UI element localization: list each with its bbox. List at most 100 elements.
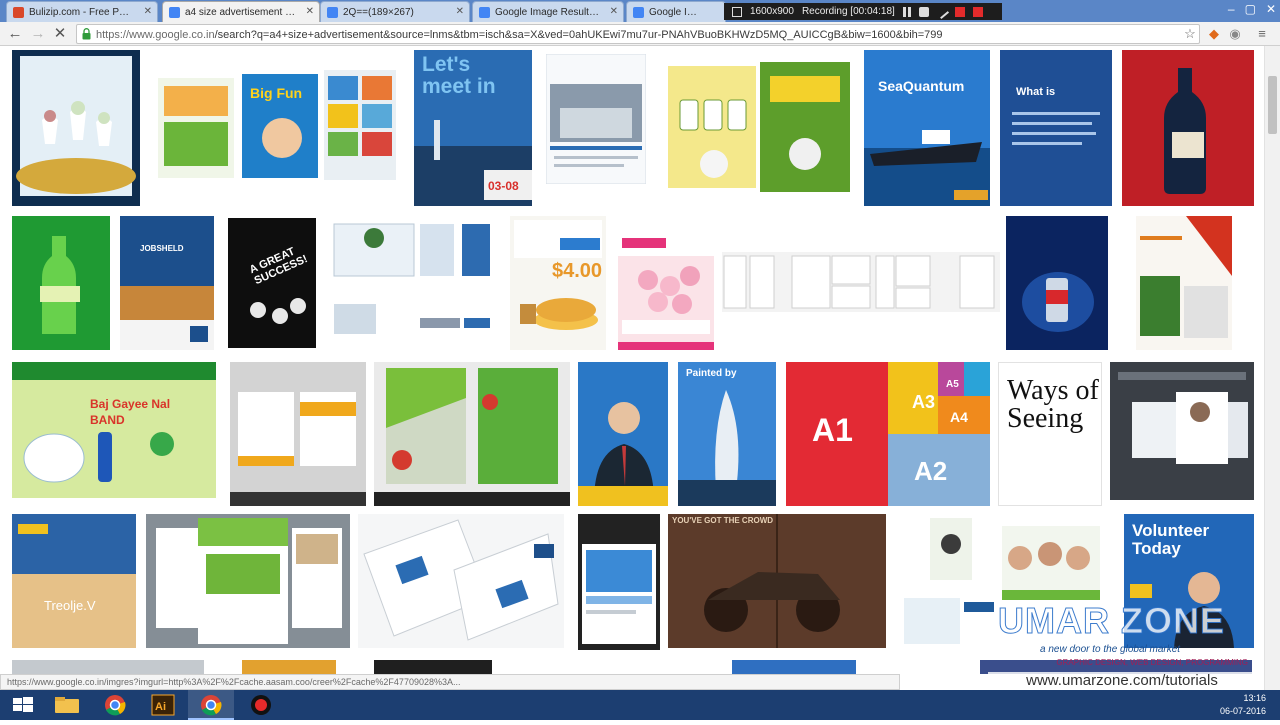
image-result[interactable]: SeaQuantum [864, 50, 990, 206]
close-tab-icon[interactable]: ✕ [456, 6, 464, 17]
image-result[interactable] [12, 50, 140, 206]
image-result[interactable] [1122, 50, 1254, 206]
taskbar-chrome[interactable] [92, 690, 138, 720]
image-result-graphic [12, 50, 140, 206]
google-favicon-icon [169, 7, 180, 18]
image-result[interactable]: YOU'VE GOT THE CROWD [668, 514, 886, 648]
image-result[interactable] [546, 54, 646, 184]
image-result[interactable] [732, 660, 856, 674]
favicon-icon [13, 7, 24, 18]
forward-icon[interactable]: → [29, 25, 47, 43]
image-result[interactable] [578, 514, 660, 650]
image-result[interactable] [358, 514, 564, 648]
image-result-graphic [510, 216, 606, 350]
url-text: https://www.google.co.in/search?q=a4+siz… [96, 29, 1181, 41]
back-icon[interactable]: ← [6, 25, 24, 43]
close-window-icon[interactable]: ✕ [1266, 2, 1276, 16]
image-result-graphic [374, 362, 570, 506]
svg-text:Ai: Ai [155, 701, 166, 713]
image-result[interactable] [242, 660, 336, 674]
image-result-graphic [146, 514, 350, 648]
tab-google-search[interactable]: a4 size advertisement - G... ✕ [162, 1, 320, 22]
minimize-icon[interactable]: – [1228, 2, 1235, 16]
favicon-icon [327, 7, 338, 18]
image-result[interactable]: Painted by [678, 362, 776, 506]
stop-loading-icon[interactable]: ✕ [51, 25, 69, 43]
start-button[interactable] [0, 690, 46, 720]
pause-icon[interactable] [902, 6, 911, 17]
maximize-icon[interactable]: ▢ [1245, 2, 1256, 16]
close-tab-icon[interactable]: ✕ [144, 6, 152, 17]
image-result[interactable] [722, 252, 1000, 312]
image-result[interactable] [12, 216, 110, 350]
image-result-caption: Baj Gayee Nal BAND [90, 397, 171, 427]
image-result[interactable] [330, 218, 496, 348]
image-result-graphic [12, 514, 136, 648]
image-result[interactable]: JOBSHELD [120, 216, 214, 350]
image-result[interactable] [1136, 216, 1232, 350]
folder-icon [55, 697, 79, 713]
image-result[interactable] [230, 362, 366, 506]
extension-icon-2[interactable]: ◉ [1227, 26, 1243, 42]
image-result-graphic [12, 362, 216, 498]
image-result[interactable] [578, 362, 668, 506]
image-result-graphic [618, 216, 714, 350]
svg-text:A3: A3 [912, 392, 935, 412]
svg-text:A5: A5 [946, 379, 959, 390]
chrome-icon [105, 695, 126, 716]
scrollbar-thumb[interactable] [1268, 76, 1277, 134]
clock-date: 06-07-2016 [1219, 706, 1266, 716]
page-scrollbar[interactable] [1264, 46, 1280, 690]
image-result-graphic [12, 216, 110, 350]
extension-icon[interactable]: ◆ [1206, 26, 1222, 42]
image-result[interactable]: Ways of Seeing [998, 362, 1102, 506]
image-result-caption: Treolje.V [44, 598, 96, 613]
close-tab-icon[interactable]: ✕ [306, 6, 314, 17]
tab-bulizip[interactable]: Bulizip.com - Free PDF P... ✕ [6, 1, 158, 22]
image-result[interactable]: A3 A5 A4 A2 A1 [786, 362, 990, 506]
image-result[interactable] [1110, 362, 1254, 500]
image-result[interactable] [618, 216, 714, 350]
record-icon [251, 695, 271, 715]
pen-icon[interactable] [934, 4, 949, 19]
svg-text:Big Fun: Big Fun [250, 85, 302, 101]
tab-google-image-result[interactable]: Google Image Result for ... ✕ [472, 1, 624, 22]
image-result[interactable]: $4.00 [510, 216, 606, 350]
image-result[interactable] [374, 362, 570, 506]
system-clock[interactable]: 13:16 06-07-2016 [1220, 692, 1266, 718]
image-result[interactable] [12, 660, 204, 674]
close-tab-icon[interactable]: ✕ [610, 6, 618, 17]
taskbar-illustrator[interactable]: Ai [140, 690, 186, 720]
image-result[interactable]: 03-08 Let's meet in [414, 50, 532, 206]
taskbar-file-explorer[interactable] [44, 690, 90, 720]
image-result[interactable]: Treolje.V [12, 514, 136, 648]
image-result[interactable]: What is [1000, 50, 1112, 206]
image-result-graphic [1006, 216, 1108, 350]
image-result[interactable] [660, 58, 856, 198]
image-result[interactable] [146, 514, 350, 648]
menu-icon[interactable]: ≡ [1254, 26, 1270, 42]
image-result-caption: Volunteer Today [1132, 521, 1210, 558]
image-result[interactable]: Baj Gayee Nal BAND [12, 362, 216, 498]
taskbar-recorder[interactable] [238, 690, 284, 720]
bookmark-star-icon[interactable]: ☆ [1182, 26, 1198, 42]
image-result-caption: A1 [812, 412, 853, 448]
image-result-graphic [228, 218, 316, 348]
image-result-graphic [864, 50, 990, 206]
stop-icon[interactable] [954, 6, 965, 17]
window-controls: – ▢ ✕ [1228, 2, 1276, 16]
image-result[interactable]: A GREAT SUCCESS! [228, 218, 316, 348]
close-recorder-icon[interactable] [972, 6, 983, 17]
image-result[interactable]: Big Fun [150, 56, 400, 206]
tab-image-2q[interactable]: 2Q==(189×267) ✕ [320, 1, 470, 22]
taskbar-chrome-active[interactable] [188, 690, 234, 720]
image-result-graphic [120, 216, 214, 350]
image-result-graphic [1136, 216, 1232, 350]
url-path: /search?q=a4+size+advertisement&source=l… [214, 29, 943, 41]
address-bar[interactable]: https://www.google.co.in/search?q=a4+siz… [76, 24, 1200, 44]
camera-icon[interactable] [918, 6, 929, 17]
image-result[interactable] [1006, 216, 1108, 350]
image-result-caption: Let's meet in [422, 53, 496, 98]
image-result[interactable] [374, 660, 492, 674]
tab-google-image-result-2[interactable]: Google Image Re... [626, 1, 726, 22]
